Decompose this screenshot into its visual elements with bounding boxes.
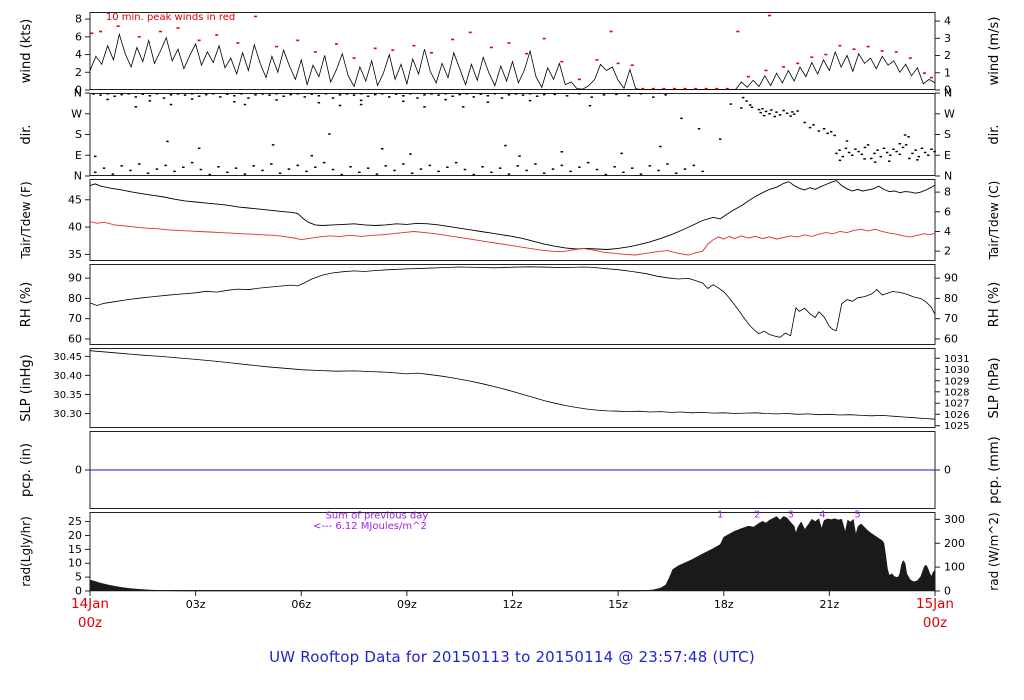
svg-text:RH (%): RH (%) (987, 282, 1002, 327)
svg-text:wind (m/s): wind (m/s) (987, 17, 1002, 86)
svg-text:5: 5 (75, 571, 82, 584)
svg-text:15z: 15z (608, 598, 628, 611)
svg-text:1028: 1028 (944, 387, 969, 398)
svg-text:60: 60 (68, 332, 82, 345)
svg-text:30.40: 30.40 (53, 371, 82, 382)
svg-text:25: 25 (68, 515, 82, 528)
svg-text:4: 4 (944, 225, 951, 238)
svg-text:RH (%): RH (%) (19, 282, 34, 327)
svg-text:SLP (hPa): SLP (hPa) (987, 357, 1002, 418)
svg-text:rad (W/m^2): rad (W/m^2) (987, 512, 1001, 590)
svg-text:Tair/Tdew (C): Tair/Tdew (C) (987, 181, 1001, 261)
svg-text:2: 2 (944, 49, 951, 62)
svg-text:2: 2 (944, 245, 951, 258)
svg-text:09z: 09z (397, 598, 417, 611)
svg-text:4: 4 (819, 510, 825, 521)
svg-text:6: 6 (944, 205, 951, 218)
svg-text:70: 70 (68, 312, 82, 325)
svg-text:200: 200 (944, 537, 965, 550)
svg-text:03z: 03z (186, 598, 206, 611)
svg-text:3: 3 (787, 510, 793, 521)
figure-title: UW Rooftop Data for 20150113 to 20150114… (269, 648, 755, 666)
svg-text:21z: 21z (819, 598, 839, 611)
panel-sea-level-pressure: 30.30 30.35 30.40 30.45 1025 1026 1027 1028 1029… (0, 348, 1024, 432)
svg-text:E: E (944, 149, 951, 162)
svg-text:wind (kts): wind (kts) (19, 19, 34, 83)
panel-solar-radiation: 0 5 10 15 20 25 0 100 200 300 rad(Lgly/hr) rad (W/m… (0, 510, 1024, 598)
svg-text:W: W (944, 107, 955, 120)
svg-text:45: 45 (68, 193, 82, 206)
svg-text:12z: 12z (503, 598, 523, 611)
svg-text:1027: 1027 (944, 399, 969, 410)
svg-text:rad(Lgly/hr): rad(Lgly/hr) (19, 516, 33, 587)
svg-text:300: 300 (944, 513, 965, 526)
svg-text:15Jan: 15Jan (916, 596, 954, 612)
svg-text:1: 1 (717, 510, 723, 521)
svg-text:N: N (944, 87, 952, 100)
panel-precipitation: 0 0 pcp. (in) pcp. (mm) (0, 431, 1024, 509)
svg-text:35: 35 (68, 248, 82, 261)
svg-text:8: 8 (944, 186, 951, 199)
svg-text:100: 100 (944, 561, 965, 574)
svg-text:dir.: dir. (987, 124, 1002, 144)
svg-text:2: 2 (754, 510, 760, 521)
svg-text:10: 10 (68, 557, 82, 570)
svg-text:1026: 1026 (944, 410, 969, 421)
svg-text:4: 4 (75, 48, 82, 61)
svg-text:90: 90 (68, 272, 82, 285)
svg-text:80: 80 (944, 292, 958, 305)
panel-wind-speed: 0 2 4 6 8 0 1 2 3 4 wind (kts) wind (m/s) 10 min. pe… (0, 12, 1024, 97)
svg-text:E: E (75, 149, 82, 162)
svg-text:3: 3 (944, 32, 951, 45)
svg-text:SLP (inHg): SLP (inHg) (19, 354, 34, 422)
svg-text:30.30: 30.30 (53, 409, 82, 420)
svg-text:6: 6 (75, 30, 82, 43)
svg-text:06z: 06z (291, 598, 311, 611)
svg-text:70: 70 (944, 312, 958, 325)
svg-text:20: 20 (68, 529, 82, 542)
svg-text:N: N (74, 87, 82, 100)
svg-text:S: S (75, 128, 82, 141)
svg-text:90: 90 (944, 272, 958, 285)
svg-text:<--- 6.12 MJoules/m^2: <--- 6.12 MJoules/m^2 (313, 521, 427, 532)
svg-text:Sum of previous day: Sum of previous day (326, 511, 429, 522)
meteogram-figure: 0 2 4 6 8 0 1 2 3 4 wind (kts) wind (m/s) 10 min. pe… (0, 0, 1024, 700)
svg-text:dir.: dir. (19, 124, 34, 144)
svg-text:1: 1 (944, 66, 951, 79)
svg-text:18z: 18z (714, 598, 734, 611)
svg-text:2: 2 (75, 66, 82, 79)
panel-relative-humidity: 60 70 80 90 60 70 80 90 RH (%) RH (%) (0, 264, 1024, 345)
svg-text:0: 0 (944, 464, 951, 477)
svg-text:15: 15 (68, 543, 82, 556)
svg-text:pcp. (mm): pcp. (mm) (987, 436, 1002, 503)
svg-text:30.45: 30.45 (53, 352, 82, 363)
svg-text:4: 4 (944, 15, 951, 28)
panel-wind-direction: N E S W N N E S W Ndir. dir. (0, 87, 1024, 183)
svg-text:1031: 1031 (944, 354, 969, 365)
svg-text:30.35: 30.35 (53, 390, 82, 401)
svg-text:Tair/Tdew (F): Tair/Tdew (F) (19, 181, 33, 259)
svg-text:W: W (71, 107, 82, 120)
svg-text:60: 60 (944, 332, 958, 345)
svg-text:5: 5 (854, 510, 860, 521)
svg-text:40: 40 (68, 221, 82, 234)
svg-text:8: 8 (75, 13, 82, 26)
svg-text:1030: 1030 (944, 365, 969, 376)
svg-text:pcp. (in): pcp. (in) (19, 443, 34, 497)
svg-text:14Jan: 14Jan (71, 596, 109, 612)
svg-text:0: 0 (75, 464, 82, 477)
panel-temperature-dewpoint: 35 40 45 2 4 6 8 Tair/Tdew (F) Tair/Tdew (C) (0, 179, 1024, 261)
svg-text:80: 80 (68, 292, 82, 305)
svg-text:10 min. peak winds in red: 10 min. peak winds in red (106, 12, 235, 23)
svg-text:00z: 00z (923, 615, 947, 631)
svg-text:00z: 00z (78, 615, 102, 631)
x-axis: 14Jan 00z 03z 06z 09z 12z 15z 18z 21z 15Jan 00z (0, 592, 1024, 642)
svg-text:S: S (944, 128, 951, 141)
svg-text:1029: 1029 (944, 376, 969, 387)
